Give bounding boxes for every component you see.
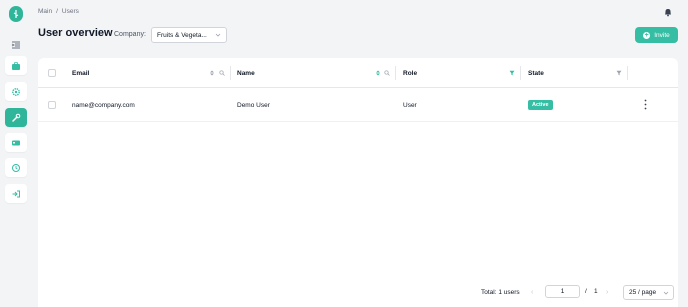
breadcrumb-current: Users: [61, 8, 79, 15]
column-header-state[interactable]: State: [528, 70, 544, 77]
breadcrumb: Main / Users: [38, 8, 79, 15]
column-divider: [230, 66, 231, 80]
sidebar-item-briefcase[interactable]: [5, 56, 27, 75]
search-icon[interactable]: [384, 70, 390, 76]
search-icon[interactable]: [219, 70, 225, 76]
cell-role: User: [403, 102, 417, 109]
collapse-icon: [11, 41, 20, 48]
next-page-button[interactable]: ›: [606, 289, 608, 296]
column-divider: [395, 66, 396, 80]
total-pages: 1: [594, 288, 598, 295]
table-header: Email Name Role State: [38, 58, 678, 88]
wrench-icon: [12, 113, 21, 122]
page-size-value: 25 / page: [629, 289, 657, 296]
sort-icon[interactable]: [209, 70, 215, 76]
more-options-icon[interactable]: [644, 99, 647, 110]
filter-icon[interactable]: [509, 70, 515, 76]
page-separator: /: [585, 288, 587, 295]
column-divider: [520, 66, 521, 80]
previous-page-button[interactable]: ‹: [531, 289, 533, 296]
breadcrumb-root[interactable]: Main: [38, 8, 52, 15]
page-size-select[interactable]: 25 / page: [623, 285, 674, 300]
company-select[interactable]: Fruits & Vegeta...: [151, 27, 227, 43]
bell-icon[interactable]: [663, 7, 673, 17]
logo-icon: [13, 10, 19, 18]
column-divider: [627, 66, 628, 80]
sidebar-item-logout[interactable]: [5, 184, 27, 203]
company-select-value: Fruits & Vegeta...: [157, 32, 207, 39]
total-users-label: Total: 1 users: [481, 289, 520, 296]
page-title: User overview: [38, 27, 113, 39]
logout-icon: [12, 190, 20, 197]
sidebar-item-cards[interactable]: [5, 133, 27, 152]
card-icon: [12, 140, 20, 145]
select-all-checkbox[interactable]: [48, 69, 56, 77]
sidebar-item-history[interactable]: [5, 158, 27, 177]
cell-email: name@company.com: [72, 102, 135, 109]
gear-icon: [12, 87, 20, 96]
invite-button[interactable]: + Invite: [635, 27, 678, 43]
users-table-card: Email Name Role State name@company.com D…: [38, 58, 678, 307]
sidebar-item-settings[interactable]: [5, 82, 27, 101]
sidebar-collapse-button[interactable]: [5, 35, 27, 54]
company-label: Company:: [114, 31, 146, 38]
clock-icon: [12, 163, 20, 172]
status-badge: Active: [528, 100, 553, 110]
cell-name: Demo User: [237, 102, 270, 109]
app-logo[interactable]: [9, 6, 23, 22]
sort-icon[interactable]: [375, 70, 381, 76]
column-header-role[interactable]: Role: [403, 70, 417, 77]
plus-icon: +: [643, 31, 651, 39]
briefcase-icon: [12, 61, 20, 70]
page-number-input[interactable]: 1: [545, 285, 580, 298]
invite-button-label: Invite: [654, 31, 670, 39]
breadcrumb-separator: /: [56, 8, 58, 15]
sidebar-item-tools[interactable]: [5, 108, 27, 127]
filter-icon[interactable]: [616, 70, 622, 76]
row-checkbox[interactable]: [48, 101, 56, 109]
table-row[interactable]: name@company.com Demo User User Active: [38, 88, 678, 122]
column-header-name[interactable]: Name: [237, 70, 255, 77]
chevron-down-icon: [663, 291, 669, 295]
sidebar: [0, 0, 32, 307]
chevron-down-icon: [215, 33, 221, 37]
column-header-email[interactable]: Email: [72, 70, 89, 77]
